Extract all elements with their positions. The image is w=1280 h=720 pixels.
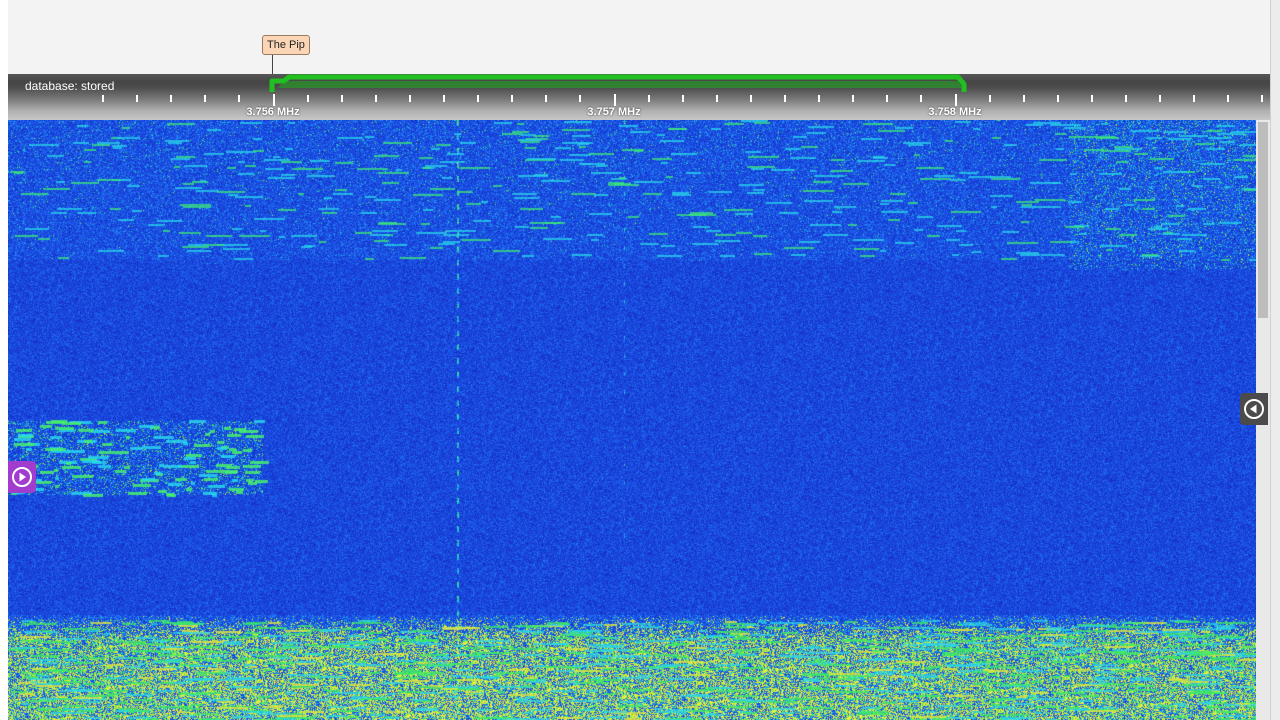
play-circle-icon[interactable] [8,461,36,493]
scale-tick [273,94,275,106]
scale-tick [852,95,854,102]
scale-tick [648,95,650,102]
left-border [0,0,8,720]
scale-tick [443,95,445,102]
freq-label-3758: 3.758 MHz [928,106,982,118]
scale-tick [955,94,957,106]
scale-tick [1091,95,1093,102]
scale-tick [1193,95,1195,102]
station-marker-label[interactable]: The Pip [262,35,310,55]
scale-tick [716,95,718,102]
scale-tick [1159,95,1161,102]
scale-tick [307,95,309,102]
scale-tick [614,94,616,106]
scale-tick [136,95,138,102]
scale-tick [750,95,752,102]
scale-tick [409,95,411,102]
scale-tick [886,95,888,102]
scale-tick [1125,95,1127,102]
scale-tick [579,95,581,102]
scale-tick [238,95,240,102]
scale-tick [682,95,684,102]
scale-tick [102,95,104,102]
station-marker-line [272,55,273,75]
scale-tick [511,95,513,102]
scale-tick [477,95,479,102]
scale-tick [1023,95,1025,102]
scale-tick [1261,95,1263,102]
freq-label-3757: 3.757 MHz [587,106,641,118]
freq-label-3756: 3.756 MHz [246,106,300,118]
window-right-border [1270,0,1280,720]
scale-tick [784,95,786,102]
database-status: database: stored [25,79,115,93]
scale-tick [920,95,922,102]
back-circle-icon[interactable] [1240,393,1268,425]
marker-area [8,0,1270,74]
scale-tick [1057,95,1059,102]
frequency-scale[interactable]: database: stored 3.756 MHz 3.757 MHz 3.7… [8,74,1270,120]
scale-tick [545,95,547,102]
scale-tick [989,95,991,102]
scale-tick [818,95,820,102]
scale-tick [341,95,343,102]
waterfall-display[interactable] [8,120,1256,720]
scale-tick [170,95,172,102]
scale-tick [375,95,377,102]
scale-tick [204,95,206,102]
scrollbar-thumb[interactable] [1258,122,1268,318]
scale-tick [1227,95,1229,102]
